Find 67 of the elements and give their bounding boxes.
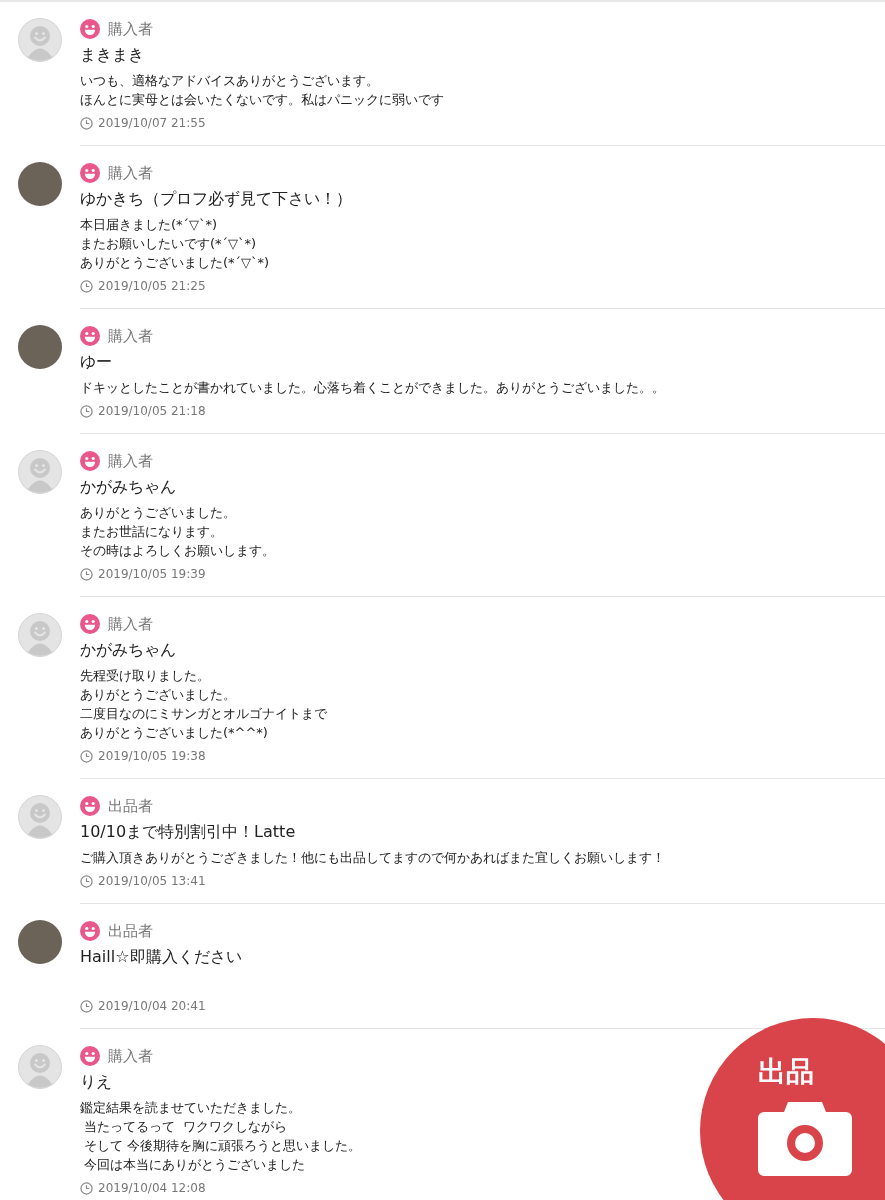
comment-line: 先程受け取りました。 <box>80 667 210 685</box>
avatar-icon[interactable] <box>18 18 62 62</box>
comment-line: またお願いしたいです(*´▽`*) <box>80 235 257 253</box>
reviewer-name: ゆー <box>80 351 112 373</box>
review-date: 2019/10/05 13:41 <box>98 873 206 890</box>
role-label: 購入者 <box>108 613 153 635</box>
smiley-icon <box>80 19 100 39</box>
comment-line: 二度目なのにミサンガとオルゴナイトまで <box>80 705 327 723</box>
review-date: 2019/10/04 12:08 <box>98 1180 206 1197</box>
comment-line: ありがとうございました。 <box>80 504 236 522</box>
review-date: 2019/10/07 21:55 <box>98 115 206 132</box>
reviewer-name: 10/10まで特別割引中！Latte <box>80 821 296 843</box>
clock-icon <box>80 567 93 581</box>
clock-icon <box>80 874 93 888</box>
avatar-icon[interactable] <box>18 450 62 494</box>
reviewer-name: ゆかきち（プロフ必ず見て下さい！） <box>80 188 352 210</box>
smiley-icon <box>80 796 100 816</box>
comment-line: ほんとに実母とは会いたくないです。私はパニックに弱いです <box>80 91 444 109</box>
comment-line: 今回は本当にありがとうございました <box>83 1156 306 1174</box>
role-label: 購入者 <box>108 325 153 347</box>
comment-line: ありがとうございました(*^^*) <box>80 724 268 742</box>
review-date: 2019/10/05 21:25 <box>98 278 206 295</box>
role-label: 購入者 <box>108 450 153 472</box>
role-label: 出品者 <box>108 920 153 942</box>
comment-line: またお世話になります。 <box>80 523 223 541</box>
comment-line: ドキッとしたことが書かれていました。心落ち着くことができました。ありがとうございました。。 <box>80 379 665 397</box>
avatar-icon[interactable] <box>18 795 62 839</box>
comment-line: ご購入頂きありがとうござきました！他にも出品してますので何かあればまた宜しくお願いします！ <box>80 849 665 867</box>
role-label: 購入者 <box>108 1045 153 1067</box>
clock-icon <box>80 749 93 763</box>
smiley-icon <box>80 1046 100 1066</box>
role-label: 出品者 <box>108 795 153 817</box>
role-label: 購入者 <box>108 162 153 184</box>
comment-line: いつも、適格なアドバイスありがとうございます。 <box>80 72 379 90</box>
avatar-photo-placeholder[interactable] <box>18 920 62 964</box>
review-date: 2019/10/05 19:39 <box>98 566 206 583</box>
smiley-icon <box>80 163 100 183</box>
comment-line: 鑑定結果を読ませていただきました。 <box>80 1099 301 1117</box>
avatar-photo-placeholder[interactable] <box>18 162 62 206</box>
clock-icon <box>80 1181 93 1195</box>
review-date: 2019/10/05 21:18 <box>98 403 206 420</box>
smiley-icon <box>80 921 100 941</box>
comment-line: 本日届きました(*´▽`*) <box>80 216 218 234</box>
reviewer-name: りえ <box>80 1071 112 1093</box>
comment-line: そして 今後期待を胸に頑張ろうと思いました。 <box>83 1137 362 1155</box>
clock-icon <box>80 279 93 293</box>
clock-icon <box>80 404 93 418</box>
comment-line: 当たってるって ワクワクしながら <box>83 1118 288 1136</box>
clock-icon <box>80 116 93 130</box>
comment-line: ありがとうございました。 <box>80 686 236 704</box>
review-date: 2019/10/05 19:38 <box>98 748 206 765</box>
reviewer-name: かがみちゃん <box>80 639 176 661</box>
comment-line: その時はよろしくお願いします。 <box>80 542 275 560</box>
reviewer-name: Haill☆即購入ください <box>80 946 242 968</box>
avatar-icon[interactable] <box>18 1045 62 1089</box>
comment-line: ありがとうございました(*´▽`*) <box>80 254 270 272</box>
sell-button[interactable]: 出品 <box>700 1018 885 1200</box>
role-label: 購入者 <box>108 18 153 40</box>
avatar-icon[interactable] <box>18 613 62 657</box>
clock-icon <box>80 999 93 1013</box>
smiley-icon <box>80 326 100 346</box>
review-date: 2019/10/04 20:41 <box>98 998 206 1015</box>
avatar-photo-placeholder[interactable] <box>18 325 62 369</box>
reviewer-name: かがみちゃん <box>80 476 176 498</box>
smiley-icon <box>80 614 100 634</box>
reviewer-name: まきまき <box>80 44 144 66</box>
smiley-icon <box>80 451 100 471</box>
